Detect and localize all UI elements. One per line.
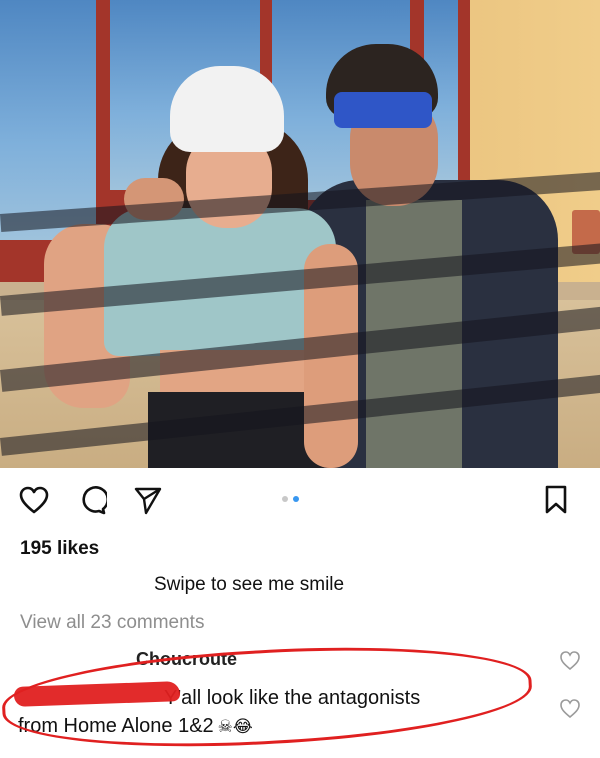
photo-headband xyxy=(334,92,432,128)
carousel-indicator xyxy=(282,496,299,502)
small-heart-icon[interactable] xyxy=(559,698,581,720)
carousel-dot xyxy=(282,496,288,502)
view-all-comments-link[interactable]: View all 23 comments xyxy=(20,612,204,634)
post-action-bar xyxy=(0,478,600,524)
photo-window-pane xyxy=(0,0,96,240)
heart-icon[interactable] xyxy=(16,482,52,518)
photo-bucket-hat xyxy=(170,66,284,152)
paper-plane-icon[interactable] xyxy=(130,482,166,518)
carousel-dot-active xyxy=(293,496,299,502)
small-heart-icon[interactable] xyxy=(559,650,581,672)
post-caption: Swipe to see me smile xyxy=(154,574,345,595)
post-photo[interactable] xyxy=(0,0,600,468)
bookmark-icon[interactable] xyxy=(538,482,574,518)
likes-count[interactable]: 195 likes xyxy=(20,538,99,560)
comment-bubble-icon[interactable] xyxy=(74,482,110,518)
